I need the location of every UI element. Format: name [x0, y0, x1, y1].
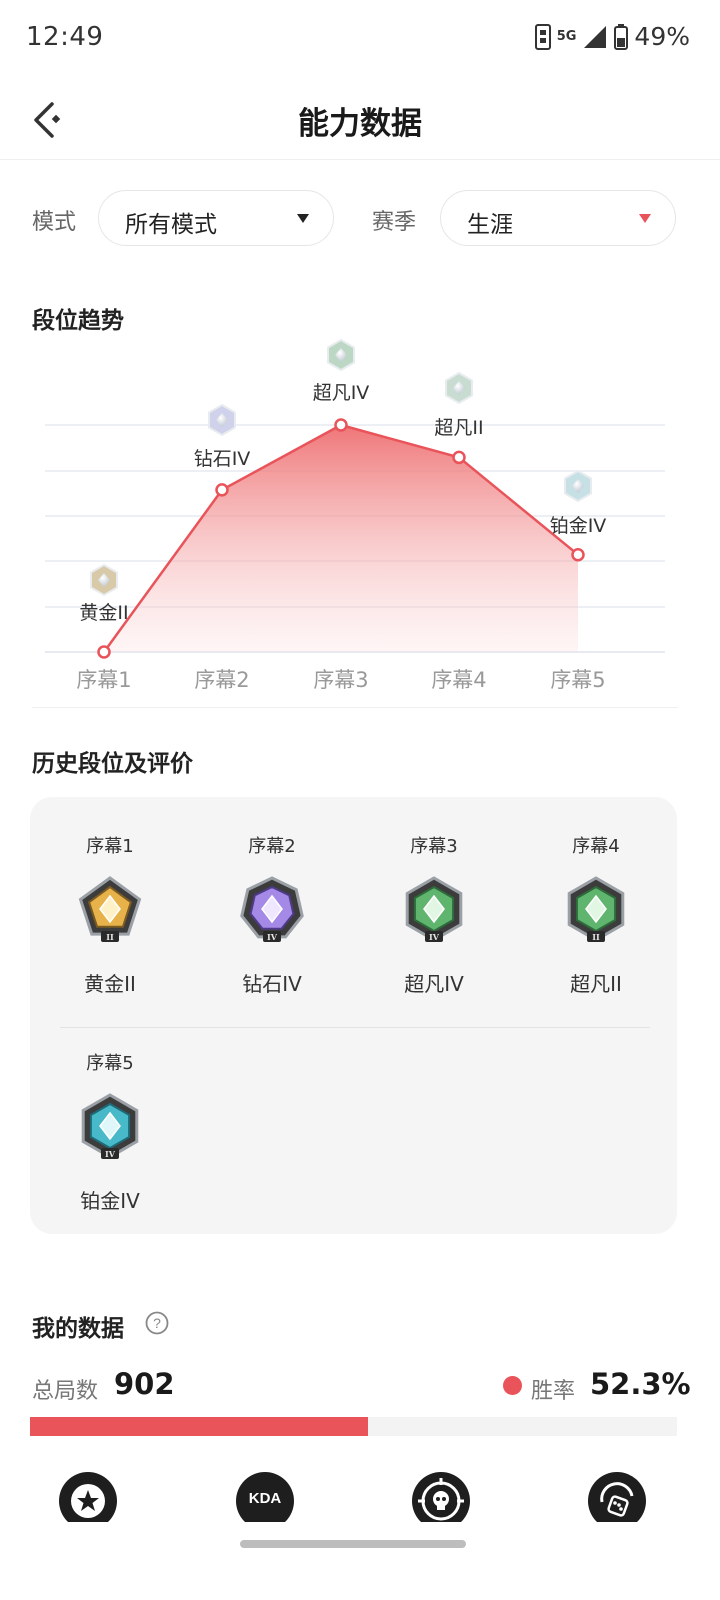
history-season: 序幕4: [572, 836, 620, 857]
section-divider: [32, 707, 678, 708]
trend-point[interactable]: [571, 547, 585, 562]
history-rank: 黄金II: [84, 972, 136, 996]
winrate-label: 胜率: [531, 1379, 576, 1404]
ascendant-badge-icon: II: [561, 876, 631, 946]
status-bar: 12:49 5G 49%: [0, 0, 720, 80]
help-icon[interactable]: ?: [145, 1311, 169, 1335]
winrate-bar: [30, 1417, 677, 1436]
history-rank: 钻石IV: [242, 972, 302, 996]
rank-mini-badge-icon: [327, 338, 355, 372]
mode-value: 所有模式: [125, 212, 217, 238]
rank-mini-badge-icon: [445, 371, 473, 405]
trend-point[interactable]: [452, 450, 466, 465]
bottom-safe-area: [0, 1522, 720, 1600]
svg-text:?: ?: [153, 1315, 161, 1331]
svg-text:IV: IV: [429, 932, 440, 942]
mode-label: 模式: [32, 210, 77, 235]
trend-area: [104, 425, 578, 652]
winrate-legend-dot: [503, 1376, 522, 1395]
chevron-down-icon: [297, 214, 309, 223]
svg-text:II: II: [106, 932, 114, 942]
x-tick-label: 序幕4: [431, 668, 487, 692]
total-games-value: 902: [114, 1367, 175, 1401]
history-rank: 铂金IV: [80, 1189, 140, 1213]
trend-point[interactable]: [97, 645, 111, 659]
history-title: 历史段位及评价: [32, 751, 193, 777]
history-item[interactable]: 序幕3 IV 超凡IV: [374, 832, 494, 997]
season-dropdown[interactable]: 生涯: [440, 190, 676, 246]
winrate-value: 52.3%: [590, 1367, 691, 1401]
platinum-badge-icon: IV: [75, 1093, 145, 1163]
history-season: 序幕5: [86, 1053, 134, 1074]
page-title: 能力数据: [298, 106, 422, 142]
mode-dropdown[interactable]: 所有模式: [98, 190, 334, 246]
point-label: 铂金IV: [549, 515, 607, 537]
history-divider: [60, 1027, 650, 1028]
ascendant-badge-icon: IV: [399, 876, 469, 946]
x-tick-label: 序幕2: [194, 668, 250, 692]
history-item[interactable]: 序幕5 IV 铂金IV: [50, 1049, 170, 1214]
status-time: 12:49: [26, 22, 104, 52]
rank-trend-chart: 黄金II 钻石IV 超凡IV 超凡II 铂金IV 序幕1 序幕2 序幕3 序幕4 序幕5: [0, 330, 720, 710]
chevron-down-icon: [639, 214, 651, 223]
point-label: 黄金II: [79, 602, 129, 624]
point-label: 超凡IV: [312, 382, 370, 404]
gold-badge-icon: II: [75, 876, 145, 946]
history-rank: 超凡II: [570, 972, 622, 996]
total-games-label: 总局数: [32, 1379, 99, 1404]
history-card: 序幕1 II 黄金II 序幕2 IV 钻石IV 序幕3 IV 超凡IV 序幕4 II 超凡II 序幕5 I…: [30, 797, 677, 1234]
sim-icon: [534, 23, 551, 50]
x-tick-label: 序幕5: [550, 668, 606, 692]
history-rank: 超凡IV: [404, 972, 464, 996]
filter-row: 模式 所有模式 赛季 生涯: [0, 190, 720, 246]
status-icons: 5G 49%: [534, 22, 690, 51]
svg-text:IV: IV: [267, 932, 278, 942]
x-tick-label: 序幕3: [313, 668, 369, 692]
history-item[interactable]: 序幕4 II 超凡II: [536, 832, 656, 997]
rank-mini-badge-icon: [90, 563, 118, 597]
season-value: 生涯: [467, 212, 513, 238]
battery-icon: [614, 23, 629, 50]
point-label: 超凡II: [434, 417, 484, 439]
trend-point[interactable]: [215, 483, 229, 497]
app-header: 能力数据: [0, 80, 720, 160]
history-item[interactable]: 序幕1 II 黄金II: [50, 832, 170, 997]
kda-label: KDA: [248, 1490, 282, 1507]
history-season: 序幕1: [86, 836, 134, 857]
signal-icon: [584, 25, 607, 48]
svg-text:IV: IV: [105, 1149, 116, 1159]
rank-mini-badge-icon: [208, 403, 236, 437]
history-season: 序幕2: [248, 836, 296, 857]
history-item[interactable]: 序幕2 IV 钻石IV: [212, 832, 332, 997]
battery-percent: 49%: [634, 22, 690, 51]
point-label: 钻石IV: [193, 448, 251, 470]
my-data-title: 我的数据: [32, 1316, 124, 1342]
winrate-bar-fill: [30, 1417, 368, 1436]
x-tick-label: 序幕1: [76, 668, 132, 692]
home-indicator[interactable]: [240, 1540, 466, 1548]
diamond-badge-icon: IV: [237, 876, 307, 946]
svg-text:II: II: [592, 932, 600, 942]
season-label: 赛季: [372, 210, 417, 235]
history-season: 序幕3: [410, 836, 458, 857]
trend-point[interactable]: [334, 418, 348, 432]
network-type: 5G: [556, 28, 577, 44]
rank-mini-badge-icon: [564, 469, 592, 503]
